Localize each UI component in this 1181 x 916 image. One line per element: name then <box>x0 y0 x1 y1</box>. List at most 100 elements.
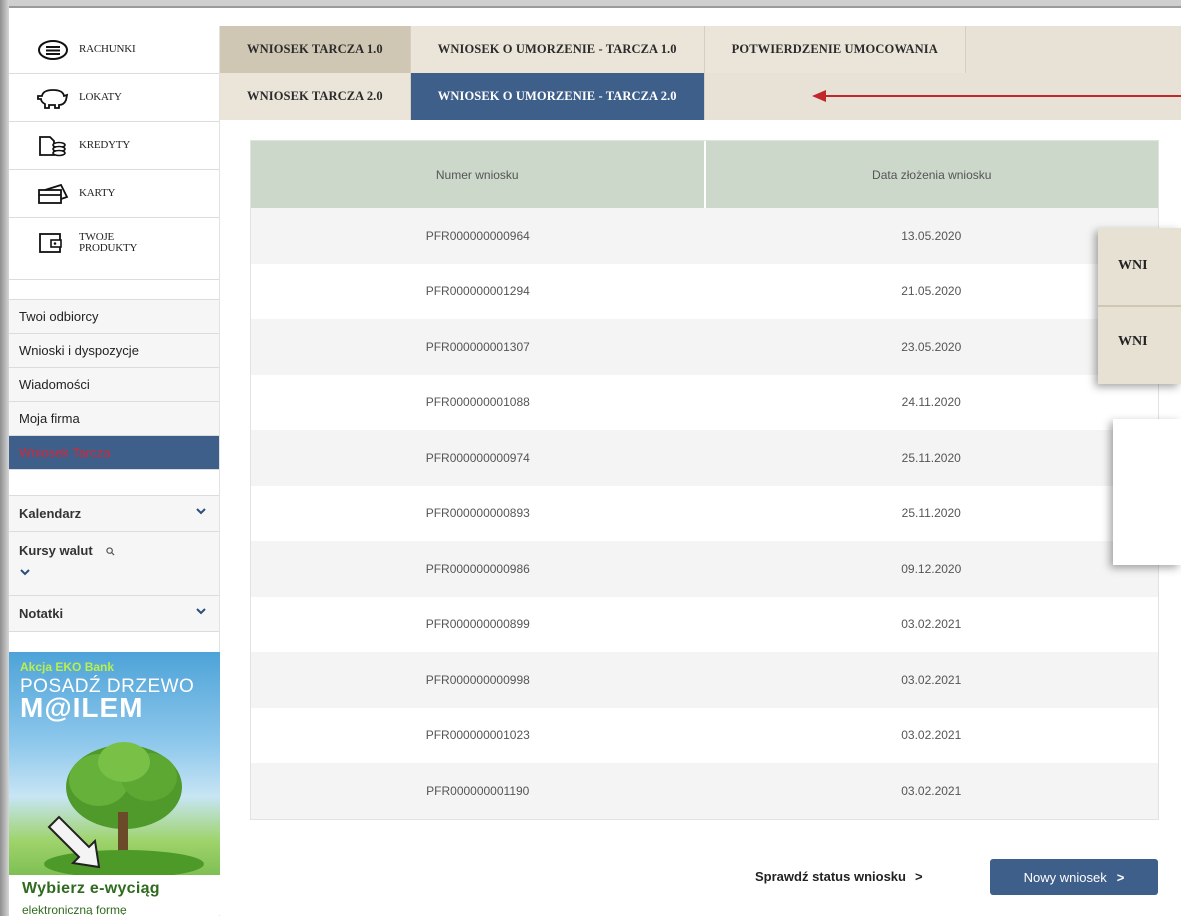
cell-date: 21.05.2020 <box>901 284 962 299</box>
table-row[interactable]: PFR000000001190 03.02.2021 <box>251 763 1158 819</box>
table-row[interactable]: PFR000000001294 21.05.2020 <box>251 263 1158 319</box>
piggy-bank-icon <box>37 88 69 109</box>
zoom-callout-item: WNI <box>1118 334 1148 349</box>
accounts-icon <box>38 39 68 60</box>
chevron-down-icon[interactable] <box>195 605 207 617</box>
check-status-link[interactable]: Sprawdź status wniosku > <box>755 869 923 884</box>
tab-bar: WNIOSEK TARCZA 1.0 WNIOSEK O UMORZENIE -… <box>220 26 1181 120</box>
chevron-down-icon[interactable] <box>195 505 207 517</box>
notes-widget[interactable]: Notatki <box>9 596 219 632</box>
cell-number: PFR000000001307 <box>425 339 530 354</box>
sidebar-item-moja-firma[interactable]: Moja firma <box>9 402 219 436</box>
table-row[interactable]: PFR000000001307 23.05.2020 <box>251 319 1158 375</box>
chevron-right-icon: > <box>1116 869 1125 885</box>
table-row[interactable]: PFR000000000964 13.05.2020 <box>251 208 1158 264</box>
card-icon <box>38 183 69 204</box>
column-header-number: Numer wniosku <box>251 141 706 208</box>
sidebar-product-karty[interactable]: KARTY <box>9 170 219 218</box>
exchange-rates-widget[interactable]: Kursy walut <box>9 532 219 596</box>
arrow-left-icon <box>812 90 1181 102</box>
sidebar-product-lokaty[interactable]: LOKATY <box>9 74 219 122</box>
cell-number: PFR000000001023 <box>425 728 530 743</box>
credit-icon <box>39 135 66 156</box>
sidebar-product-label-line2: PRODUKTY <box>79 242 138 254</box>
promo-cta-subtext: elektroniczną formę <box>22 903 127 915</box>
table-row[interactable]: PFR000000000899 03.02.2021 <box>251 596 1158 652</box>
sidebar-product-label: LOKATY <box>79 91 122 103</box>
new-application-label: Nowy wniosek <box>1023 869 1107 885</box>
cell-number: PFR000000001088 <box>425 395 530 410</box>
cell-date: 03.02.2021 <box>901 672 962 687</box>
cell-date: 03.02.2021 <box>901 617 962 632</box>
sidebar-item-odbiorcy[interactable]: Twoi odbiorcy <box>9 300 219 334</box>
cell-date: 23.05.2020 <box>901 339 962 354</box>
tab-wniosek-tarcza-1[interactable]: WNIOSEK TARCZA 1.0 <box>220 26 411 73</box>
table-row[interactable]: PFR000000001088 24.11.2020 <box>251 374 1158 430</box>
cell-number: PFR000000000986 <box>425 561 530 576</box>
wallet-icon <box>39 233 62 253</box>
calendar-widget[interactable]: Kalendarz <box>9 496 219 532</box>
chevron-down-icon[interactable] <box>19 566 31 578</box>
tab-row-2: WNIOSEK TARCZA 2.0 WNIOSEK O UMORZENIE -… <box>220 73 705 120</box>
tab-umorzenie-tarcza-2[interactable]: WNIOSEK O UMORZENIE - TARCZA 2.0 <box>410 73 705 120</box>
cell-date: 03.02.2021 <box>901 728 962 743</box>
sidebar-product-twoje-produkty[interactable]: TWOJE PRODUKTY <box>9 218 219 280</box>
cell-date: 09.12.2020 <box>901 561 962 576</box>
tab-potwierdzenie-umocowania[interactable]: POTWIERDZENIE UMOCOWANIA <box>704 26 966 73</box>
promo-title: Akcja EKO Bank <box>20 660 115 674</box>
tab-row-1: WNIOSEK TARCZA 1.0 WNIOSEK O UMORZENIE -… <box>220 26 966 73</box>
column-header-date: Data złożenia wniosku <box>872 167 992 182</box>
tree-icon <box>44 742 204 878</box>
sidebar: RACHUNKI LOKATY KREDYTY KARTY TWOJE PROD… <box>9 26 220 916</box>
promo-headline: M@ILEM <box>20 692 144 723</box>
zoom-callout-item: WNI <box>1118 258 1148 273</box>
sidebar-item-wnioski[interactable]: Wnioski i dyspozycje <box>9 334 219 368</box>
cell-date: 03.02.2021 <box>901 783 962 798</box>
divider <box>1098 305 1181 307</box>
cell-number: PFR000000000899 <box>425 617 530 632</box>
notes-label: Notatki <box>19 606 64 621</box>
cell-number: PFR000000000998 <box>425 672 530 687</box>
sidebar-item-wiadomosci[interactable]: Wiadomości <box>9 368 219 402</box>
zoom-callout-tabs: WNI WNI <box>1098 228 1181 384</box>
sidebar-spacer <box>9 470 219 496</box>
promo-cta: Wybierz e-wyciąg <box>22 880 160 897</box>
sidebar-spacer <box>9 280 219 300</box>
promo-footer: Wybierz e-wyciąg elektroniczną formę <box>9 875 220 915</box>
table-row[interactable]: PFR000000000986 09.12.2020 <box>251 541 1158 597</box>
sidebar-product-label: TWOJE PRODUKTY <box>79 232 137 254</box>
table-header: Numer wniosku Data złożenia wniosku <box>251 141 1158 208</box>
sidebar-product-rachunki[interactable]: RACHUNKI <box>9 26 219 74</box>
zoom-callout-blank <box>1113 419 1181 565</box>
sidebar-product-kredyty[interactable]: KREDYTY <box>9 122 219 170</box>
cell-number: PFR000000001190 <box>426 783 530 798</box>
cell-date: 24.11.2020 <box>901 395 961 410</box>
tab-umorzenie-tarcza-1[interactable]: WNIOSEK O UMORZENIE - TARCZA 1.0 <box>410 26 705 73</box>
search-icon[interactable] <box>106 547 115 556</box>
table-row[interactable]: PFR000000001023 03.02.2021 <box>251 707 1158 763</box>
cell-number: PFR000000000974 <box>425 450 530 465</box>
sidebar-product-label: RACHUNKI <box>79 43 136 55</box>
cell-number: PFR000000001294 <box>425 284 530 299</box>
calendar-label: Kalendarz <box>19 506 82 521</box>
table-row[interactable]: PFR000000000998 03.02.2021 <box>251 652 1158 708</box>
cell-date: 25.11.2020 <box>901 450 961 465</box>
exchange-rates-label: Kursy walut <box>19 543 93 558</box>
chevron-right-icon: > <box>914 869 923 884</box>
table-body: PFR000000000964 13.05.2020 PFR00000000129… <box>251 208 1158 819</box>
promo-banner[interactable]: Akcja EKO Bank POSADŹ DRZEWO M@ILEM Wybi… <box>9 652 220 915</box>
applications-table: Numer wniosku Data złożenia wniosku PFR0… <box>250 140 1159 820</box>
sidebar-item-wniosek-tarcza[interactable]: Wniosek Tarcza <box>9 436 219 470</box>
table-row[interactable]: PFR000000000974 25.11.2020 <box>251 430 1158 486</box>
cell-number: PFR000000000964 <box>425 228 530 243</box>
tab-wniosek-tarcza-2[interactable]: WNIOSEK TARCZA 2.0 <box>220 73 411 120</box>
cell-number: PFR000000000893 <box>425 506 530 521</box>
table-row[interactable]: PFR000000000893 25.11.2020 <box>251 485 1158 541</box>
cell-date: 25.11.2020 <box>901 506 961 521</box>
window-top-line <box>0 6 1181 8</box>
check-status-label: Sprawdź status wniosku <box>755 869 906 884</box>
app-window: RACHUNKI LOKATY KREDYTY KARTY TWOJE PROD… <box>0 0 1181 916</box>
new-application-button[interactable]: Nowy wniosek > <box>990 859 1158 895</box>
window-left-border <box>0 0 9 916</box>
